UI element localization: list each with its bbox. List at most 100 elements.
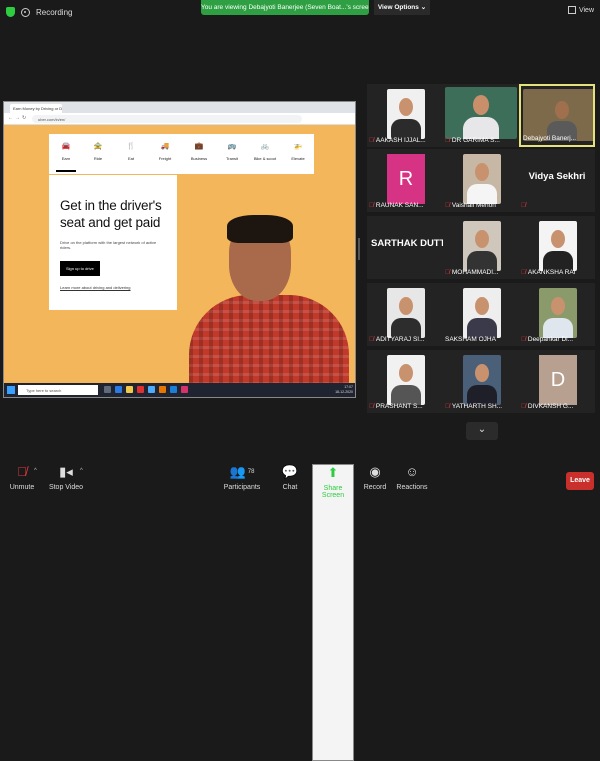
participant-tile[interactable]: 🎙̸ MOHAMMADI... — [443, 216, 519, 279]
view-button[interactable]: View — [567, 6, 594, 14]
mic-off-icon: 🎙̸ — [445, 269, 450, 276]
hero-card: Get in the driver's seat and get paid Dr… — [49, 175, 177, 310]
record-icon — [21, 7, 30, 17]
mic-off-icon: 🎙̸ — [521, 336, 526, 343]
nav-item-bike-scoot[interactable]: 🚲 Bike & scoot — [250, 142, 280, 161]
car-icon: 🚘 — [61, 143, 71, 150]
task-view-icon[interactable] — [104, 386, 111, 393]
participant-tile[interactable]: R 🎙̸ RAUNAK SAN... — [367, 149, 443, 212]
nav-item-earn[interactable]: 🚘 Earn — [51, 142, 81, 172]
record-icon: ◉ — [369, 464, 381, 479]
participant-tile[interactable]: SAKSHAM OJHA — [443, 283, 519, 346]
top-bar: Recording You are viewing Debajyoti Bane… — [0, 0, 600, 24]
url-field[interactable]: uber.com/in/en/ — [32, 115, 302, 123]
avatar: R — [387, 154, 425, 204]
nav-item-ride[interactable]: 🚖 Ride — [83, 142, 113, 161]
hero-subtitle: Drive on the platform with the largest n… — [60, 240, 157, 250]
pdf-icon[interactable] — [181, 386, 188, 393]
participant-tile[interactable]: D 🎙̸ DIVKANSH G... — [519, 350, 595, 413]
view-options-button[interactable]: View Options ⌄ — [374, 0, 430, 15]
app-icon[interactable] — [159, 386, 166, 393]
participant-tile[interactable]: Vidya Sekhri 🎙̸ — [519, 149, 595, 212]
mic-off-icon: 🎙̸ — [369, 336, 374, 343]
participant-display-name: SARTHAK DUTT... — [371, 238, 443, 249]
chat-icon: 💬 — [281, 464, 299, 479]
signup-button[interactable]: Sign up to drive — [60, 261, 100, 276]
mic-off-icon: 🎙̸ — [445, 202, 450, 209]
nav-item-eat[interactable]: 🍴 Eat — [116, 142, 146, 161]
unmute-button[interactable]: 🎙̸ Unmute — [8, 464, 36, 491]
mic-off-icon: 🎙̸ — [521, 269, 526, 276]
chevron-down-icon: ⌄ — [477, 424, 487, 435]
mic-off-icon: 🎙̸ — [521, 403, 526, 410]
chrome-icon[interactable] — [137, 386, 144, 393]
participant-tile[interactable]: 🎙̸ DR GARIMA S... — [443, 84, 519, 147]
mic-off-icon: 🎙̸ — [445, 403, 450, 410]
view-label: View — [578, 6, 594, 14]
edge-icon[interactable] — [115, 386, 122, 393]
shield-icon — [6, 7, 15, 17]
truck-icon: 🚚 — [160, 143, 170, 150]
nav-item-freight[interactable]: 🚚 Freight — [150, 142, 180, 161]
browser-tab[interactable]: Earn Money by Driving or Deli... — [10, 104, 62, 113]
participant-tile[interactable]: 🎙̸ AAKASH IJJAL... — [367, 84, 443, 147]
participant-tile-active-speaker[interactable]: Debajyoti Banerj... — [519, 84, 595, 147]
windows-taskbar: Type here to search 17:07 18-12-2020 — [4, 383, 355, 397]
recording-label: Recording — [36, 7, 73, 17]
chat-button[interactable]: 💬 Chat — [278, 464, 302, 491]
browser-tab-bar: Earn Money by Driving or Deli... — [4, 102, 355, 113]
folder-icon[interactable] — [126, 386, 133, 393]
mic-off-icon: 🎙̸ — [445, 137, 450, 144]
share-screen-icon: ⬆ — [327, 465, 339, 480]
ride-icon: 🚖 — [93, 143, 103, 150]
taskbar-search[interactable]: Type here to search — [18, 385, 98, 395]
reactions-button[interactable]: ☺ Reactions — [396, 464, 428, 491]
mic-off-icon: 🎙̸ — [369, 202, 374, 209]
gallery-next-page-button[interactable]: ⌄ — [466, 422, 498, 440]
participant-tile[interactable]: 🎙̸ AKANKSHA RAI — [519, 216, 595, 279]
participant-tile[interactable]: 🎙̸ Vaishali Menon — [443, 149, 519, 212]
mic-off-icon: 🎙̸ — [369, 403, 374, 410]
uber-page: 🚘 Earn 🚖 Ride 🍴 Eat 🚚 Freight 💼 Business 🚌 Tra… — [4, 125, 355, 383]
participant-display-name: Vidya Sekhri — [528, 171, 586, 182]
participant-tile[interactable]: 🎙̸ PRASHANT S... — [367, 350, 443, 413]
mic-off-icon: 🎙̸ — [521, 202, 526, 209]
fork-icon: 🍴 — [126, 143, 136, 150]
chevron-up-icon[interactable]: ^ — [80, 468, 83, 474]
taskbar-apps — [104, 386, 188, 393]
grid-icon — [567, 6, 576, 14]
split-handle[interactable] — [358, 238, 360, 260]
record-button[interactable]: ◉ Record — [362, 464, 388, 491]
bike-icon: 🚲 — [260, 143, 270, 150]
mail-icon[interactable] — [148, 386, 155, 393]
learn-more-link[interactable]: Learn more about driving and delivering — [60, 285, 167, 290]
shared-screen: Earn Money by Driving or Deli... ←→↻ ube… — [3, 101, 356, 398]
product-nav: 🚘 Earn 🚖 Ride 🍴 Eat 🚚 Freight 💼 Business 🚌 Tra… — [49, 134, 314, 174]
share-screen-button[interactable]: ⬆ Share Screen — [312, 464, 354, 761]
participant-tile[interactable]: SARTHAK DUTT... — [367, 216, 443, 279]
reactions-icon: ☺ — [405, 464, 419, 479]
bus-icon: 🚌 — [227, 143, 237, 150]
nav-item-business[interactable]: 💼 Business — [184, 142, 214, 161]
participant-tile[interactable]: 🎙̸ Deepankar Di... — [519, 283, 595, 346]
briefcase-icon: 💼 — [194, 143, 204, 150]
windows-start-icon[interactable] — [7, 386, 15, 394]
hero-title: Get in the driver's seat and get paid — [60, 198, 162, 230]
participant-tile[interactable]: 🎙̸ ADITYARAJ SI... — [367, 283, 443, 346]
participants-icon: 👥 78 — [229, 464, 255, 479]
nav-item-elevate[interactable]: 🚁 Elevate — [283, 142, 313, 161]
participants-button[interactable]: 👥 78 Participants — [222, 464, 262, 491]
zoom-icon[interactable] — [170, 386, 177, 393]
mic-off-icon: 🎙̸ — [17, 464, 27, 479]
chevron-up-icon[interactable]: ^ — [34, 468, 37, 474]
participant-tile[interactable]: 🎙̸ YATHARTH SH... — [443, 350, 519, 413]
nav-item-transit[interactable]: 🚌 Transit — [217, 142, 247, 161]
browser-nav-icons: ←→↻ — [8, 115, 29, 121]
stop-video-button[interactable]: ▮◂ Stop Video — [48, 464, 84, 491]
leave-button[interactable]: Leave — [566, 472, 594, 490]
recording-indicator: Recording — [6, 7, 72, 17]
viewing-banner: You are viewing Debajyoti Banerjee (Seve… — [201, 0, 369, 15]
mic-off-icon: 🎙̸ — [369, 137, 374, 144]
browser-address-bar: ←→↻ uber.com/in/en/ — [4, 113, 355, 125]
video-camera-icon: ▮◂ — [59, 464, 73, 479]
